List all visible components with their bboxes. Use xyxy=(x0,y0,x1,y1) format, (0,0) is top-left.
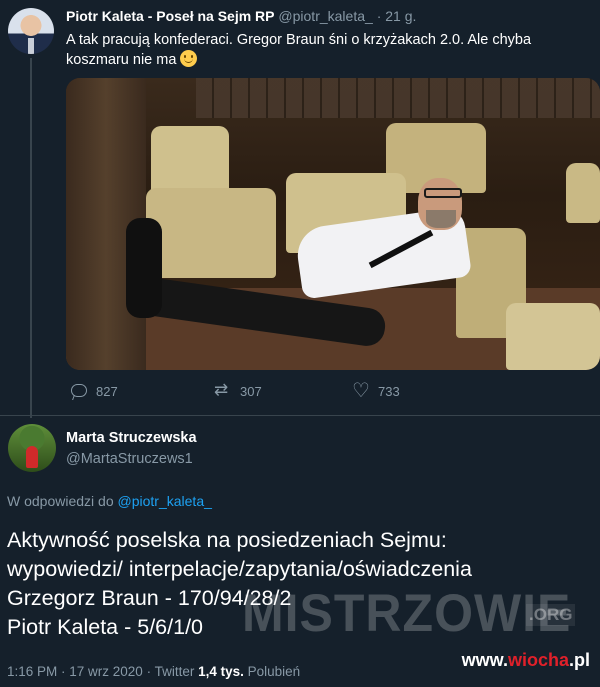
reply-context: W odpowiedzi do @piotr_kaleta_ xyxy=(7,493,212,509)
tweet-text: A tak pracują konfederaci. Gregor Braun … xyxy=(66,30,586,70)
divider xyxy=(0,415,600,416)
retweet-button[interactable]: 307 xyxy=(214,380,262,400)
like-button[interactable]: 733 xyxy=(352,378,400,403)
reply-icon xyxy=(70,382,88,400)
smiling-face-icon xyxy=(180,50,198,67)
reply-count: 827 xyxy=(96,383,118,399)
reply-line: wypowiedzi/ interpelacje/zapytania/oświa… xyxy=(7,557,472,581)
author-name[interactable]: Piotr Kaleta - Poseł na Sejm RP xyxy=(66,8,275,24)
author-handle[interactable]: @piotr_kaleta_ xyxy=(278,8,372,24)
reply-meta: 1:16 PM · 17 wrz 2020 · Twitter 1,4 tys.… xyxy=(7,664,300,679)
reply-to-link[interactable]: @piotr_kaleta_ xyxy=(118,493,212,509)
reply-author-name[interactable]: Marta Struczewska xyxy=(66,430,197,446)
site-name: wiocha xyxy=(507,650,569,670)
watermark: MISTRZOWIE xyxy=(242,583,572,643)
like-count: 733 xyxy=(378,383,400,399)
retweet-icon xyxy=(214,380,232,400)
avatar[interactable] xyxy=(8,8,54,54)
likes-count[interactable]: 1,4 tys. xyxy=(198,664,244,679)
likes-label[interactable]: Polubień xyxy=(248,664,301,679)
tweet-text-content: A tak pracują konfederaci. Gregor Braun … xyxy=(66,32,532,68)
tweet-actions: 827 307 733 xyxy=(70,378,470,404)
retweet-count: 307 xyxy=(240,383,262,399)
tweet-time[interactable]: · 21 g. xyxy=(377,8,417,24)
site-suffix: .pl xyxy=(569,650,590,670)
reply-avatar[interactable] xyxy=(8,424,56,472)
watermark-suffix: .ORG xyxy=(526,604,576,626)
timestamp[interactable]: 1:16 PM · 17 wrz 2020 · Twitter xyxy=(7,664,194,679)
tweet: Piotr Kaleta - Poseł na Sejm RP @piotr_k… xyxy=(0,0,600,418)
site-watermark: www.wiocha.pl xyxy=(462,650,590,671)
reply-author-handle[interactable]: @MartaStruczews1 xyxy=(66,451,193,467)
reply-line: Aktywność poselska na posiedzeniach Sejm… xyxy=(7,528,447,552)
reply-to-prefix: W odpowiedzi do xyxy=(7,493,114,509)
site-prefix: www. xyxy=(461,650,508,670)
thread-line xyxy=(30,58,32,418)
reply-button[interactable]: 827 xyxy=(70,382,118,400)
heart-icon xyxy=(352,378,370,403)
tweet-header: Piotr Kaleta - Poseł na Sejm RP @piotr_k… xyxy=(66,8,416,24)
tweet-photo[interactable] xyxy=(66,78,600,370)
